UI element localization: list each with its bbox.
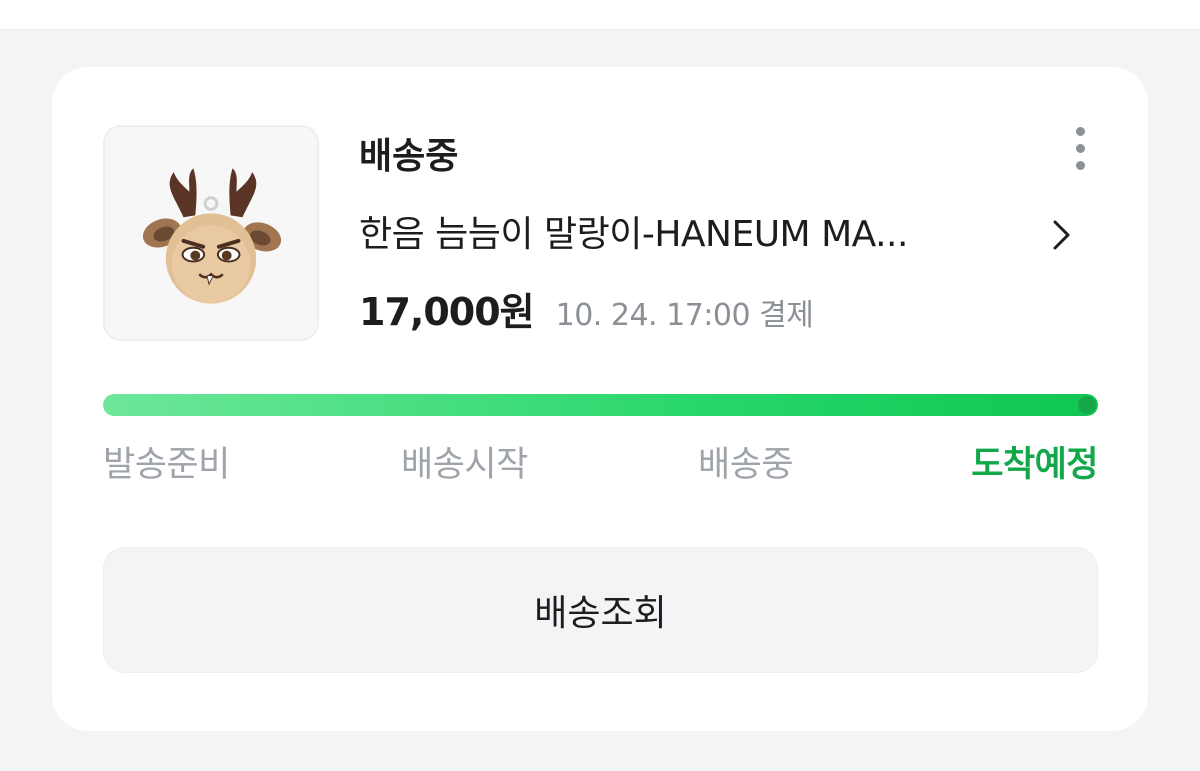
delivery-progress-bar: [103, 394, 1098, 416]
product-thumbnail[interactable]: [103, 125, 319, 341]
more-options-button[interactable]: [1064, 121, 1096, 175]
progress-fill: [103, 394, 1098, 416]
step-preparing: 발송준비: [103, 445, 230, 485]
payment-date: 10. 24. 17:00 결제: [555, 298, 814, 333]
progress-steps: 발송준비 배송시작 배송중 도착예정: [103, 442, 1098, 488]
product-link[interactable]: 한음 늠늠이 말랑이-HANEUM MA...: [359, 209, 1079, 261]
order-price: 17,000원: [359, 290, 535, 334]
top-bar: [0, 0, 1200, 30]
progress-indicator: [1078, 396, 1096, 414]
chevron-right-icon: [1053, 220, 1070, 250]
product-name: 한음 늠늠이 말랑이-HANEUM MA...: [359, 214, 908, 255]
step-shipped: 배송시작: [401, 445, 528, 485]
price-row: 17,000원 10. 24. 17:00 결제: [359, 281, 814, 334]
track-delivery-button[interactable]: 배송조회: [103, 547, 1098, 673]
deer-plush-icon: [105, 127, 317, 339]
more-vertical-icon: [1075, 126, 1085, 136]
order-card: 배송중 한음 늠늠이 말랑이-HANEUM MA... 17,000원 10. …: [52, 67, 1148, 731]
step-arriving: 도착예정: [971, 445, 1098, 485]
delivery-status: 배송중: [359, 136, 459, 177]
step-in-transit: 배송중: [698, 445, 794, 485]
